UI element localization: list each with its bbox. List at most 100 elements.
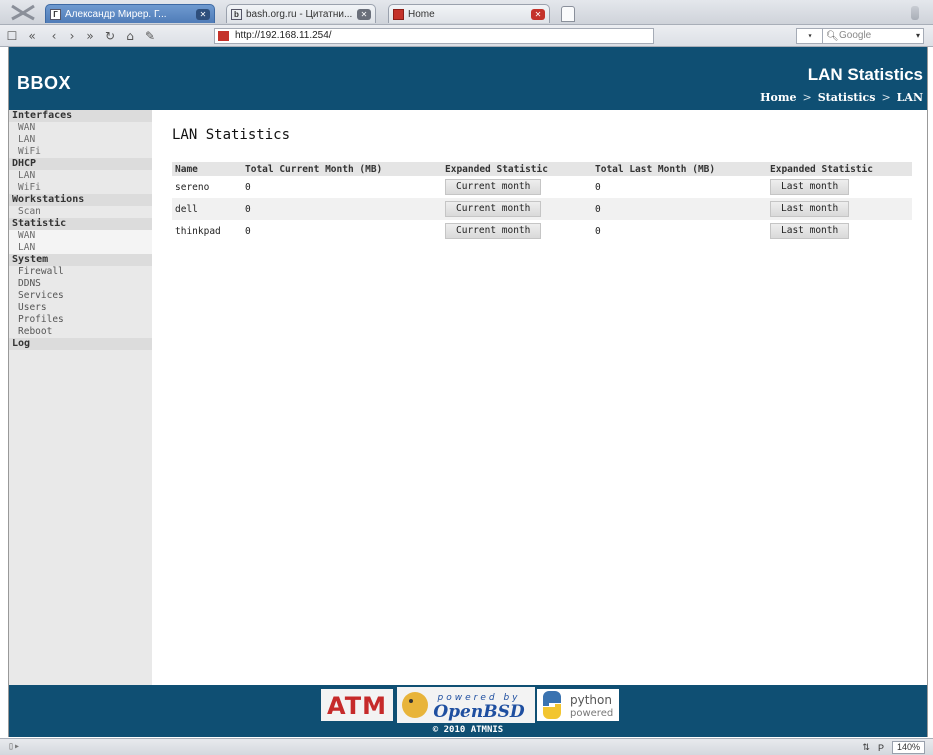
tab-active[interactable]: Г Александр Мирер. Г... ✕ [45,4,215,23]
brand-logo: BBOX [17,73,72,93]
bash-favicon-icon: b [231,8,242,20]
last-month-button[interactable]: Last month [770,223,850,239]
table-header-row: Name Total Current Month (MB) Expanded S… [172,162,912,176]
total-last-value: 0 [595,225,601,237]
breadcrumb-separator: > [881,91,891,104]
back-icon[interactable]: ‹ [46,28,62,44]
page-content: BBOX LAN Statistics Home > Statistics > … [8,47,928,737]
sidebar-item-reboot[interactable]: Reboot [9,326,152,338]
last-month-button[interactable]: Last month [770,201,850,217]
sidebar-item-statistic-lan[interactable]: LAN [9,242,152,254]
table-row: dell 0 Current month 0 Last month [172,198,912,220]
table-row: thinkpad 0 Current month 0 Last month [172,220,912,242]
total-last-value: 0 [592,198,767,220]
sidebar-item-dhcp-lan[interactable]: LAN [9,170,152,182]
tab-label: bash.org.ru - Цитатни... [246,8,353,20]
current-month-button[interactable]: Current month [445,179,542,195]
status-panel-icon[interactable]: ▯▸ [8,741,20,752]
site-icon [218,31,229,41]
sidebar-item-services[interactable]: Services [9,290,152,302]
sidebar-item-interfaces-lan[interactable]: LAN [9,134,152,146]
search-engine-selector[interactable]: ▾ [796,28,824,44]
atmnis-logo-text: ATM [327,692,387,720]
sidebar-section-dhcp[interactable]: DHCP [9,158,152,170]
forward-icon[interactable]: › [64,28,80,44]
column-header-total-current: Total Current Month (MB) [242,162,442,176]
sidebar-item-profiles[interactable]: Profiles [9,314,152,326]
navigation-bar: ☐ « ‹ › » ↻ ⌂ ✎ http://192.168.11.254/ ▾… [0,25,933,47]
total-last-value: 0 [595,181,601,193]
breadcrumb-separator: > [802,91,812,104]
column-header-total-last: Total Last Month (MB) [592,162,767,176]
sidebar-item-ddns[interactable]: DDNS [9,278,152,290]
main-panel: LAN Statistics Name Total Current Month … [152,110,927,685]
fast-forward-icon[interactable]: » [82,28,98,44]
lan-statistics-table: Name Total Current Month (MB) Expanded S… [172,162,912,242]
tab-label: Александр Мирер. Г... [65,8,167,20]
page-icon[interactable]: P [878,743,884,753]
address-field[interactable]: http://192.168.11.254/ [214,28,654,44]
tab-bar: Г Александр Мирер. Г... ✕ b bash.org.ru … [0,0,933,25]
zoom-control[interactable]: 140% [891,741,925,754]
current-month-button[interactable]: Current month [445,201,542,217]
python-icon [543,691,561,706]
page-header: BBOX LAN Statistics Home > Statistics > … [9,47,927,110]
reload-icon[interactable]: ↻ [102,28,118,44]
column-header-name: Name [172,162,242,176]
tab-label: Home [408,8,435,20]
openbsd-text: OpenBSD [433,702,525,722]
tab-scroll-handle[interactable] [911,6,919,20]
sidebar-item-interfaces-wifi[interactable]: WiFi [9,146,152,158]
sidebar-item-dhcp-wifi[interactable]: WiFi [9,182,152,194]
sidebar-section-workstations[interactable]: Workstations [9,194,152,206]
sidebar-section-interfaces[interactable]: Interfaces [9,110,152,122]
close-tab-icon[interactable]: ✕ [531,8,545,20]
search-input[interactable]: 🔍︎ Google ▾ [822,28,924,44]
page-footer: ATM powered by OpenBSD python powered © … [9,685,927,737]
breadcrumb: Home > Statistics > LAN [760,91,923,104]
python-text: python [570,693,612,707]
total-current-value: 0 [245,181,251,193]
browser-logo-icon[interactable] [9,4,37,21]
python-powered-logo: python powered [537,689,619,721]
total-current-value: 0 [245,225,251,237]
breadcrumb-home[interactable]: Home [760,91,796,104]
column-header-expanded-current: Expanded Statistic [442,162,592,176]
current-month-button[interactable]: Current month [445,223,542,239]
sidebar-section-log[interactable]: Log [9,338,152,350]
host-name: sereno [175,181,210,193]
close-tab-icon[interactable]: ✕ [357,8,371,20]
openbsd-logo: powered by OpenBSD [397,687,535,723]
sidebar-item-users[interactable]: Users [9,302,152,314]
chevron-down-icon[interactable]: ▾ [916,29,920,43]
page-title: LAN Statistics [172,127,291,143]
powered-text: powered [570,708,613,719]
panel-toggle-icon[interactable]: ☐ [4,28,20,44]
browser-window: Г Александр Мирер. Г... ✕ b bash.org.ru … [0,0,933,755]
table-row: sereno 0 Current month 0 Last month [172,176,912,198]
close-tab-icon[interactable]: ✕ [196,8,210,20]
sidebar-item-statistic-wan[interactable]: WAN [9,230,152,242]
header-title: LAN Statistics [807,65,923,84]
sidebar-section-system[interactable]: System [9,254,152,266]
host-name: thinkpad [175,225,221,237]
edit-icon[interactable]: ✎ [142,28,158,44]
column-header-expanded-last: Expanded Statistic [767,162,912,176]
sidebar-section-statistic[interactable]: Statistic [9,218,152,230]
sidebar: Interfaces WAN LAN WiFi DHCP LAN WiFi Wo… [9,110,152,685]
host-name: dell [172,198,242,220]
sidebar-item-interfaces-wan[interactable]: WAN [9,122,152,134]
address-text: http://192.168.11.254/ [235,30,332,41]
atmnis-logo: ATM [321,689,393,721]
breadcrumb-statistics[interactable]: Statistics [818,91,876,104]
sidebar-item-scan[interactable]: Scan [9,206,152,218]
tab-home[interactable]: Home ✕ [388,4,550,23]
search-engine-label: Google [839,30,872,41]
last-month-button[interactable]: Last month [770,179,850,195]
home-icon[interactable]: ⌂ [122,28,138,44]
new-tab-button[interactable] [561,6,575,22]
tab-bash[interactable]: b bash.org.ru - Цитатни... ✕ [226,4,376,23]
network-icon[interactable]: ⇅ [862,742,870,753]
rewind-icon[interactable]: « [24,28,40,44]
sidebar-item-firewall[interactable]: Firewall [9,266,152,278]
